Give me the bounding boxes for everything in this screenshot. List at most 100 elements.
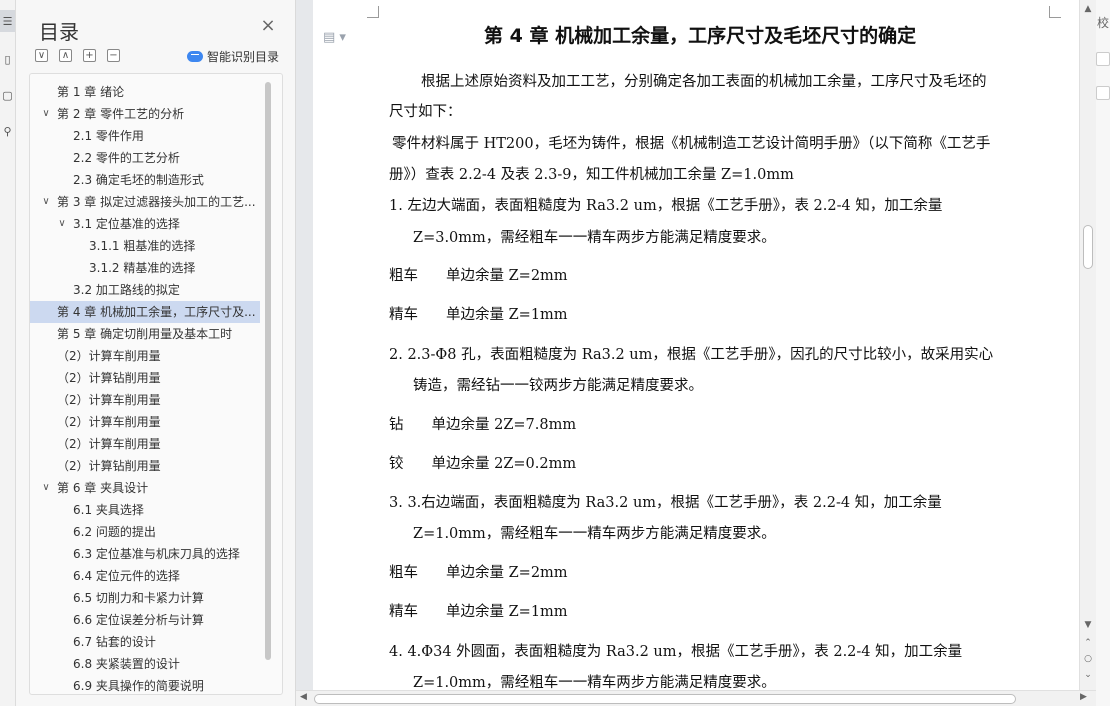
close-icon[interactable]: ×	[260, 17, 276, 35]
scroll-thumb[interactable]	[1083, 225, 1093, 269]
scroll-down-icon[interactable]: ▼	[1080, 620, 1096, 630]
list-item-line: Z=1.0mm，需经粗车一一精车两步方能满足精度要求。	[413, 675, 776, 690]
list-item-line: 4. 4.Φ34 外圆面，表面粗糙度为 Ra3.2 um，根据《工艺手册》，表 …	[389, 644, 963, 660]
list-item-line: 铸造，需经钻一一铰两步方能满足精度要求。	[413, 378, 703, 394]
smart-toc-button[interactable]: 智能识别目录	[187, 48, 279, 65]
toc-item[interactable]: ∨ 第 3 章 拟定过滤器接头加工的工艺...	[30, 191, 260, 213]
toc-item[interactable]: 第 5 章 确定切削用量及基本工时	[30, 323, 260, 345]
toc-item[interactable]: （2）计算车削用量	[30, 345, 260, 367]
toc-item[interactable]: 6.6 定位误差分析与计算	[30, 609, 260, 631]
toc-item-label: 2.2 零件的工艺分析	[73, 151, 180, 165]
horizontal-scrollbar[interactable]: ◀ ▶	[296, 690, 1096, 706]
remove-heading-icon[interactable]: −	[107, 49, 120, 62]
allowance-value: 单边余量 2Z=7.8mm	[431, 417, 577, 433]
chevron-down-icon[interactable]: ∨	[40, 191, 52, 213]
toc-item[interactable]: 6.9 夹具操作的简要说明	[30, 675, 260, 694]
operation-name: 粗车	[389, 565, 418, 581]
toc-scrollbar[interactable]	[265, 82, 271, 660]
toc-item[interactable]: （2）计算钻削用量	[30, 367, 260, 389]
scroll-thumb[interactable]	[314, 694, 1016, 704]
expand-up-icon[interactable]: ∧	[59, 49, 72, 62]
toc-item-label: （2）计算车削用量	[57, 415, 161, 429]
toc-item[interactable]: （2）计算车削用量	[30, 411, 260, 433]
allowance-value: 单边余量 Z=2mm	[446, 268, 568, 284]
allowance-row: 铰 单边余量 2Z=0.2mm	[389, 452, 576, 473]
chapter-heading: 第 4 章 机械加工余量，工序尺寸及毛坯尺寸的确定	[484, 25, 917, 47]
chevron-down-icon[interactable]: ∨	[40, 103, 52, 125]
side-tab[interactable]	[1096, 86, 1110, 100]
toc-item[interactable]: 6.1 夹具选择	[30, 499, 260, 521]
allowance-row: 精车 单边余量 Z=1mm	[389, 600, 568, 621]
toc-item[interactable]: ∨ 第 6 章 夹具设计	[30, 477, 260, 499]
toc-item-label: 2.1 零件作用	[73, 129, 144, 143]
toc-item-label: （2）计算车削用量	[57, 393, 161, 407]
scroll-left-icon[interactable]: ◀	[300, 692, 307, 702]
ai-icon	[187, 51, 203, 62]
comment-icon[interactable]: ▢	[0, 84, 15, 106]
toc-item[interactable]: 3.2 加工路线的拟定	[30, 279, 260, 301]
toc-list: 第 1 章 绪论 ∨ 第 2 章 零件工艺的分析 2.1 零件作用 2.2 零件的工艺分…	[30, 81, 260, 694]
toc-item-label: 6.7 钻套的设计	[73, 635, 156, 649]
chevron-down-icon[interactable]: ∨	[56, 213, 68, 235]
crop-mark	[1049, 6, 1061, 18]
allowance-row: 精车 单边余量 Z=1mm	[389, 303, 568, 324]
toc-item-label: （2）计算车削用量	[57, 437, 161, 451]
list-item-line: 1. 左边大端面，表面粗糙度为 Ra3.2 um，根据《工艺手册》，表 2.2-…	[389, 198, 943, 214]
add-heading-icon[interactable]: +	[83, 49, 96, 62]
toc-item-label: 第 6 章 夹具设计	[57, 481, 149, 495]
toc-item-label: 6.1 夹具选择	[73, 503, 144, 517]
scroll-right-icon[interactable]: ▶	[1080, 692, 1087, 702]
operation-name: 铰	[389, 456, 404, 472]
collapse-all-icon[interactable]: ∨	[35, 49, 48, 62]
toc-item-label: 第 1 章 绪论	[57, 85, 125, 99]
chevron-down-icon[interactable]: ∨	[40, 477, 52, 499]
toc-item[interactable]: 6.2 问题的提出	[30, 521, 260, 543]
document-page: ▤ ▾ 第 4 章 机械加工余量，工序尺寸及毛坯尺寸的确定 根据上述原始资料及加…	[313, 0, 1079, 690]
operation-name: 粗车	[389, 268, 418, 284]
toc-item[interactable]: 2.3 确定毛坯的制造形式	[30, 169, 260, 191]
toc-item-label: （2）计算钻削用量	[57, 459, 161, 473]
select-browse-icon[interactable]: ○	[1080, 654, 1096, 664]
toc-item[interactable]: 第 1 章 绪论	[30, 81, 260, 103]
allowance-value: 单边余量 2Z=0.2mm	[431, 456, 577, 472]
toc-item-label: 第 3 章 拟定过滤器接头加工的工艺...	[57, 195, 256, 209]
toc-item[interactable]: （2）计算钻削用量	[30, 455, 260, 477]
toc-item[interactable]: 3.1.2 精基准的选择	[30, 257, 260, 279]
toc-item[interactable]: 第 4 章 机械加工余量，工序尺寸及...	[30, 301, 260, 323]
toc-item-label: 第 2 章 零件工艺的分析	[57, 107, 185, 121]
toc-title: 目录	[39, 20, 79, 44]
smart-toc-label: 智能识别目录	[207, 50, 280, 64]
toc-item[interactable]: 6.7 钻套的设计	[30, 631, 260, 653]
vertical-scrollbar[interactable]: ▲ ▼ ⌃ ○ ⌄	[1079, 0, 1096, 690]
list-item-line: Z=3.0mm，需经粗车一一精车两步方能满足精度要求。	[413, 230, 776, 246]
toc-item[interactable]: 6.5 切削力和卡紧力计算	[30, 587, 260, 609]
toc-item[interactable]: 2.1 零件作用	[30, 125, 260, 147]
page-format-icon[interactable]: ▤ ▾	[323, 30, 346, 45]
toc-item-label: 3.1 定位基准的选择	[73, 217, 180, 231]
right-side-panel: 校	[1096, 0, 1110, 706]
side-tab[interactable]	[1096, 52, 1110, 66]
bookmark-icon[interactable]: ▯	[0, 48, 15, 70]
toc-item[interactable]: 6.3 定位基准与机床刀具的选择	[30, 543, 260, 565]
toc-item[interactable]: （2）计算车削用量	[30, 433, 260, 455]
toc-panel: 目录 × ∨ ∧ + − 智能识别目录 第 1 章 绪论 ∨ 第 2 章 零件工艺的…	[16, 0, 296, 706]
list-item-line: 3. 3.右边端面，表面粗糙度为 Ra3.2 um，根据《工艺手册》，表 2.2…	[389, 495, 942, 511]
toc-item[interactable]: ∨ 3.1 定位基准的选择	[30, 213, 260, 235]
toc-item[interactable]: 6.4 定位元件的选择	[30, 565, 260, 587]
operation-name: 精车	[389, 307, 418, 323]
toc-toggle-icon[interactable]: ☰	[0, 10, 15, 32]
toc-item[interactable]: （2）计算车削用量	[30, 389, 260, 411]
toc-item-label: 6.8 夹紧装置的设计	[73, 657, 180, 671]
toc-item[interactable]: 6.8 夹紧装置的设计	[30, 653, 260, 675]
toc-item[interactable]: 2.2 零件的工艺分析	[30, 147, 260, 169]
prev-page-icon[interactable]: ⌃	[1080, 638, 1096, 648]
scroll-up-icon[interactable]: ▲	[1080, 4, 1096, 14]
search-icon[interactable]: ⚲	[0, 120, 15, 142]
proofread-label[interactable]: 校	[1097, 14, 1109, 31]
next-page-icon[interactable]: ⌄	[1080, 670, 1096, 680]
toc-item[interactable]: 3.1.1 粗基准的选择	[30, 235, 260, 257]
allowance-row: 粗车 单边余量 Z=2mm	[389, 561, 568, 582]
paragraph-line: 尺寸如下：	[389, 104, 462, 120]
toc-item[interactable]: ∨ 第 2 章 零件工艺的分析	[30, 103, 260, 125]
allowance-value: 单边余量 Z=1mm	[446, 604, 568, 620]
